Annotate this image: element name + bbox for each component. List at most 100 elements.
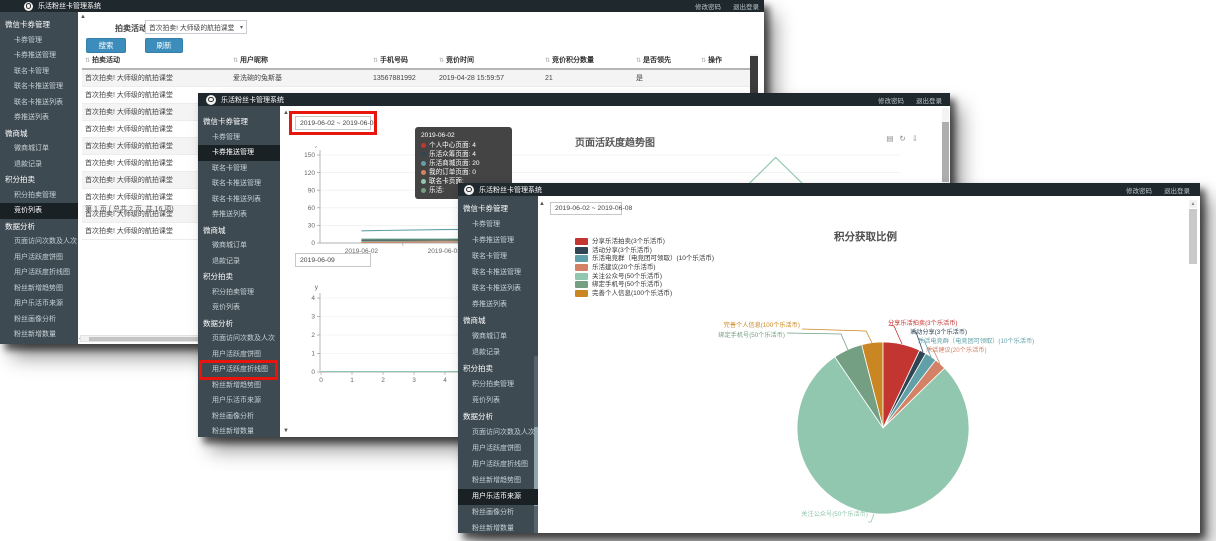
sidebar-item[interactable]: 联名卡推送列表	[198, 192, 280, 208]
scrollbar-thumb[interactable]	[942, 122, 949, 182]
scroll-down-icon[interactable]: ▼	[283, 428, 289, 434]
sidebar-item[interactable]: 粉丝画像分析	[198, 409, 280, 425]
change-password-link[interactable]: 修改密码	[878, 95, 904, 105]
sidebar-section-label: 微商城	[0, 126, 78, 142]
svg-text:1: 1	[350, 377, 354, 384]
logout-link[interactable]: 退出登录	[733, 1, 759, 11]
sidebar-item[interactable]: 退款记录	[458, 345, 538, 361]
sidebar-item[interactable]: 用户活跃度饼图	[458, 441, 538, 457]
sidebar-item[interactable]: 用户活跃度折线图	[0, 265, 78, 281]
sidebar-item[interactable]: 微商城订单	[0, 141, 78, 157]
content-front: ▲ 2019-06-02 ~ 2019-06-08 积分获取比例 分享乐活拍卖(…	[538, 196, 1200, 533]
sidebar-section-label: 数据分析	[0, 219, 78, 235]
sidebar-item[interactable]: 积分拍卖管理	[198, 285, 280, 301]
sidebar-item[interactable]: 微商城订单	[198, 238, 280, 254]
pagination-status: 第 1 页 ( 总共 2 页, 共 16 项)	[85, 204, 174, 214]
sidebar-item[interactable]: 卡券推送管理	[0, 48, 78, 64]
legend-item[interactable]: 分享乐活拍卖(3个乐活币)	[575, 237, 714, 246]
sidebar-item[interactable]: 券推送列表	[0, 110, 78, 126]
legend-item[interactable]: 绑定手机号(50个乐活币)	[575, 280, 714, 289]
column-header-label: 竞价时间	[446, 57, 474, 64]
sidebar-item[interactable]: 联名卡推送管理	[198, 176, 280, 192]
sidebar-item[interactable]: 卡券管理	[198, 130, 280, 146]
change-password-link[interactable]: 修改密码	[695, 1, 721, 11]
search-button[interactable]: 搜索	[86, 38, 126, 53]
legend-item[interactable]: 乐活建议(20个乐活币)	[575, 263, 714, 272]
sidebar-item[interactable]: 联名卡管理	[0, 64, 78, 80]
sidebar-item[interactable]: 用户乐活币来源	[458, 489, 538, 505]
legend-item[interactable]: 完善个人信息(100个乐活币)	[575, 289, 714, 298]
sidebar-item[interactable]: 券推送列表	[458, 297, 538, 313]
sidebar-item[interactable]: 粉丝画像分析	[0, 312, 78, 328]
sidebar-item[interactable]: 联名卡推送列表	[458, 281, 538, 297]
sidebar-item[interactable]: 卡券推送管理	[458, 233, 538, 249]
column-header[interactable]: ⇅竞价积分数量	[542, 52, 633, 69]
date-single-input[interactable]: 2019-06-09	[295, 253, 371, 267]
scroll-up-icon[interactable]: ▲	[539, 201, 545, 207]
sidebar-item[interactable]: 卡券管理	[458, 217, 538, 233]
download-icon[interactable]: ⇩	[912, 134, 918, 143]
sidebar-item[interactable]: 粉丝新增数量	[0, 327, 78, 343]
sidebar-item[interactable]: 页面访问次数及人次	[0, 234, 78, 250]
column-header[interactable]: ⇅操作	[698, 52, 758, 69]
sidebar-item[interactable]: 页面访问次数及人次	[458, 425, 538, 441]
column-header[interactable]: ⇅用户昵称	[230, 52, 370, 69]
sidebar-item[interactable]: 粉丝新增趋势图	[0, 281, 78, 297]
sidebar-item[interactable]: 页面访问次数及人次	[198, 331, 280, 347]
data-view-icon[interactable]: ▤	[886, 134, 893, 143]
logout-link[interactable]: 退出登录	[916, 95, 942, 105]
sidebar-item[interactable]: 积分拍卖管理	[0, 188, 78, 204]
restore-icon[interactable]: ↻	[899, 134, 905, 143]
sidebar-item[interactable]: 退款记录	[198, 254, 280, 270]
date-range-input[interactable]: 2019-06-02 ~ 2019-06-08	[550, 202, 622, 215]
scroll-up-icon[interactable]: ▲	[1189, 200, 1197, 208]
sidebar-item[interactable]: 联名卡推送管理	[458, 265, 538, 281]
legend-item[interactable]: 活动分享(3个乐活币)	[575, 246, 714, 255]
scroll-up-icon[interactable]: ▲	[283, 110, 289, 116]
sidebar-item[interactable]: 粉丝新增数量	[458, 521, 538, 533]
column-header[interactable]: ⇅手机号码	[370, 52, 436, 69]
sidebar-item[interactable]: 联名卡推送列表	[0, 95, 78, 111]
sidebar-item[interactable]: 粉丝新增趋势图	[198, 378, 280, 394]
scrollbar-thumb[interactable]	[1189, 209, 1197, 264]
sidebar-item[interactable]: 券推送列表	[198, 207, 280, 223]
sidebar-item[interactable]: 卡券管理	[0, 33, 78, 49]
scrollbar-thumb[interactable]	[750, 56, 758, 94]
sidebar-item[interactable]: 联名卡管理	[198, 161, 280, 177]
sidebar-item[interactable]: 粉丝新增数量	[198, 424, 280, 437]
scroll-up-icon[interactable]: ▲	[80, 14, 86, 20]
column-header[interactable]: ⇅竞价时间	[436, 52, 542, 69]
change-password-link[interactable]: 修改密码	[1126, 185, 1152, 195]
vertical-scrollbar[interactable]: ▲	[1189, 200, 1197, 530]
column-header[interactable]: ⇅是否领先	[633, 52, 698, 69]
svg-text:4: 4	[311, 295, 315, 302]
sidebar-item[interactable]: 联名卡推送管理	[0, 79, 78, 95]
sidebar-item[interactable]: 用户乐活币来源	[0, 296, 78, 312]
sidebar-item[interactable]: 联名卡管理	[458, 249, 538, 265]
logout-link[interactable]: 退出登录	[1164, 185, 1190, 195]
sidebar-item[interactable]: 积分拍卖管理	[458, 377, 538, 393]
sidebar-item[interactable]: 用户活跃度折线图	[198, 362, 280, 378]
date-range-input[interactable]: 2019-06-02 ~ 2019-06-08	[295, 116, 371, 130]
sidebar-item[interactable]: 卡券推送管理	[198, 145, 280, 161]
auction-select[interactable]: 首次拍卖! 大师级的航拍课堂 ▾	[145, 20, 247, 34]
sidebar-item[interactable]: 用户活跃度饼图	[0, 250, 78, 266]
sidebar-item[interactable]: 粉丝画像分析	[458, 505, 538, 521]
sidebar-item[interactable]: 用户活跃度折线图	[458, 457, 538, 473]
column-header[interactable]: ⇅拍卖活动	[82, 52, 230, 69]
sidebar-item[interactable]: 竞价列表	[198, 300, 280, 316]
table-cell: 2019-04-28 15:59:57	[436, 69, 542, 87]
sidebar-item[interactable]: 竞价列表	[458, 393, 538, 409]
column-header-label: 操作	[708, 57, 722, 64]
legend-item[interactable]: 关注公众号(50个乐活币)	[575, 272, 714, 281]
sidebar-section-label: 微信卡券管理	[198, 114, 280, 130]
sidebar-item[interactable]: 竞价列表	[0, 203, 78, 219]
refresh-button[interactable]: 刷新	[145, 38, 183, 53]
sidebar-item[interactable]: 微商城订单	[458, 329, 538, 345]
sidebar-item[interactable]: 粉丝新增趋势图	[458, 473, 538, 489]
sidebar-item[interactable]: 用户乐活币来源	[198, 393, 280, 409]
legend-item[interactable]: 乐活电竞群（电竞团可领取）(10个乐活币)	[575, 254, 714, 263]
svg-text:90: 90	[308, 187, 316, 194]
sidebar-item[interactable]: 退款记录	[0, 157, 78, 173]
pie-legend: 分享乐活拍卖(3个乐活币)活动分享(3个乐活币)乐活电竞群（电竞团可领取）(10…	[575, 237, 714, 298]
